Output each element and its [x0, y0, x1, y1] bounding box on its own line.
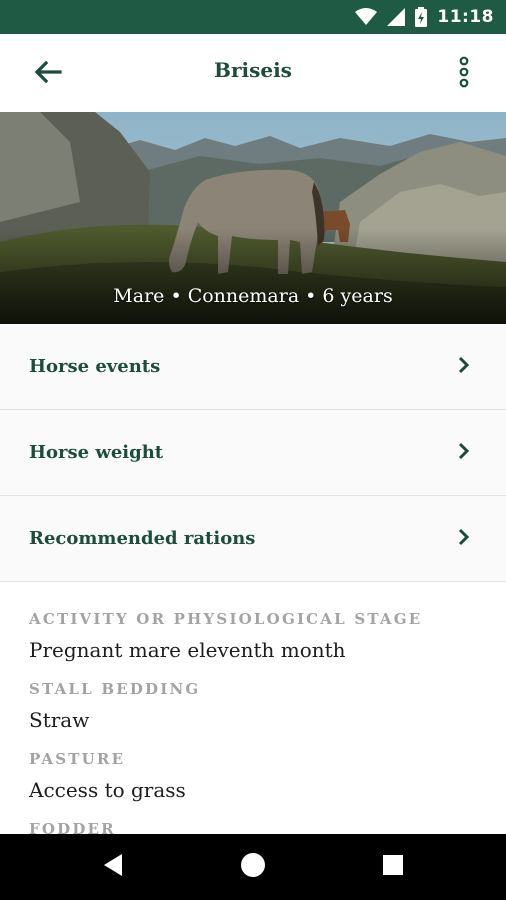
nav-recents-button[interactable] [376, 852, 410, 882]
fodder-label: FODDER [29, 820, 116, 834]
status-time: 11:18 [437, 7, 494, 27]
nav-home-button[interactable] [236, 852, 270, 882]
horse-details: ACTIVITY OR PHYSIOLOGICAL STAGE Pregnant… [0, 582, 506, 834]
activity-label: ACTIVITY OR PHYSIOLOGICAL STAGE [29, 610, 423, 628]
horse-menu-list: Horse events Horse weight Recommended ra… [0, 324, 506, 582]
home-circle-icon [240, 852, 266, 882]
recents-square-icon [382, 854, 404, 880]
activity-value: Pregnant mare eleventh month [29, 638, 346, 662]
more-options-button[interactable] [444, 52, 484, 96]
battery-icon [415, 7, 428, 27]
more-vertical-icon [458, 56, 470, 92]
chevron-right-icon [458, 356, 470, 378]
app-bar: Briseis [0, 34, 506, 112]
pasture-value: Access to grass [29, 778, 186, 802]
horse-summary: Mare • Connemara • 6 years [113, 285, 393, 307]
back-triangle-icon [102, 853, 124, 881]
stall-bedding-value: Straw [29, 708, 90, 732]
stall-bedding-label: STALL BEDDING [29, 680, 201, 698]
system-nav-bar [0, 834, 506, 900]
status-bar: 11:18 [0, 0, 506, 34]
menu-item-label: Horse events [29, 356, 161, 377]
cellular-signal-icon [387, 8, 406, 26]
wifi-icon [355, 8, 378, 26]
menu-item-label: Horse weight [29, 442, 164, 463]
menu-item-label: Recommended rations [29, 528, 256, 549]
chevron-right-icon [458, 442, 470, 464]
recommended-rations-row[interactable]: Recommended rations [0, 496, 506, 582]
chevron-right-icon [458, 528, 470, 550]
pasture-label: PASTURE [29, 750, 126, 768]
hero-image: Mare • Connemara • 6 years [0, 112, 506, 324]
page-title: Briseis [214, 58, 292, 82]
nav-back-button[interactable] [96, 852, 130, 882]
horse-weight-row[interactable]: Horse weight [0, 410, 506, 496]
horse-events-row[interactable]: Horse events [0, 324, 506, 410]
